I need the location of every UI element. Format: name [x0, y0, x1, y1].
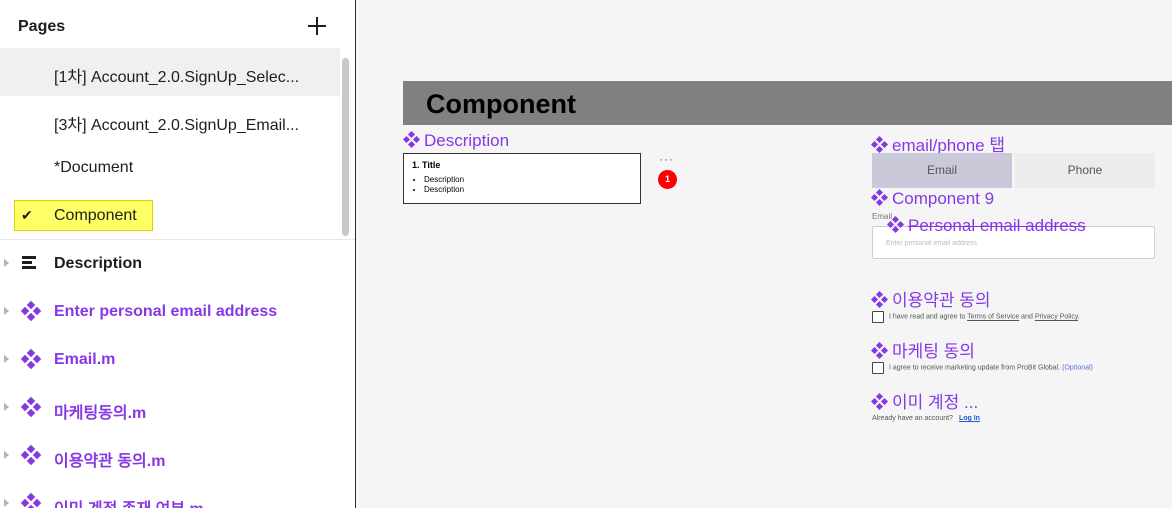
- terms-checkbox[interactable]: [872, 311, 884, 323]
- component-icon: [20, 348, 42, 370]
- page-item-signup-select[interactable]: [1차] Account_2.0.SignUp_Selec...: [0, 48, 340, 96]
- description-card-item: Description: [424, 175, 632, 185]
- already-have-account: Already have an account? Log In: [872, 415, 980, 422]
- tab-phone[interactable]: Phone: [1015, 153, 1155, 188]
- description-card-title: 1. Title: [412, 160, 441, 170]
- description-card-list: Description Description: [412, 175, 632, 195]
- page-label: [3차] Account_2.0.SignUp_Email...: [54, 117, 300, 134]
- frame-header[interactable]: Component: [403, 81, 1172, 125]
- pages-scrollbar[interactable]: [342, 58, 349, 236]
- layer-existing-account-m[interactable]: 이미 계정 존재 여부.m: [0, 480, 355, 508]
- label-text: Description: [424, 131, 510, 150]
- layer-label: 마케팅동의.m: [54, 405, 147, 422]
- component-icon: [20, 444, 42, 466]
- personal-email-label[interactable]: Personal email address: [886, 215, 1086, 236]
- layer-terms-m[interactable]: 이용약관 동의.m: [0, 432, 355, 480]
- component-icon: [870, 392, 889, 411]
- marketing-text: I agree to receive marketing update from…: [889, 364, 1093, 372]
- component-icon: [20, 396, 42, 418]
- layers-list: Description Enter personal email address…: [0, 240, 355, 508]
- tab-email[interactable]: Email: [872, 153, 1012, 188]
- layer-label: 이용약관 동의.m: [54, 453, 166, 470]
- terms-component-label[interactable]: 이용약관 동의: [870, 286, 991, 311]
- optional-tag: (Optional): [1062, 364, 1093, 372]
- component-icon: [886, 215, 905, 234]
- figma-app: Pages [1차] Account_2.0.SignUp_Selec... […: [0, 0, 1172, 508]
- existing-account-component-label[interactable]: 이미 계정 ...: [870, 388, 979, 413]
- email-phone-tabs: Email Phone: [872, 153, 1155, 188]
- pages-list: [1차] Account_2.0.SignUp_Selec... [3차] Ac…: [0, 48, 340, 240]
- terms-of-service-link[interactable]: Terms of Service: [967, 314, 1019, 321]
- comment-badge[interactable]: 1: [658, 170, 677, 189]
- layer-label: 이미 계정 존재 여부.m: [54, 495, 204, 508]
- component-icon: [870, 290, 889, 309]
- component-icon: [402, 130, 421, 149]
- layer-email-m[interactable]: Email.m: [0, 336, 355, 384]
- terms-text: I have read and agree to Terms of Servic…: [889, 313, 1080, 321]
- description-component-label[interactable]: Description: [402, 130, 510, 151]
- expand-caret-icon[interactable]: [4, 403, 9, 411]
- more-dots-icon[interactable]: ···: [659, 152, 674, 166]
- text-lines-icon: [22, 254, 40, 272]
- label-text: 이미 계정 ...: [892, 393, 979, 412]
- expand-caret-icon[interactable]: [4, 355, 9, 363]
- component9-label[interactable]: Component 9: [870, 188, 995, 209]
- label-text: Component 9: [892, 189, 995, 208]
- description-card[interactable]: 1. Title Description Description: [403, 153, 641, 204]
- marketing-row: I agree to receive marketing update from…: [872, 362, 1093, 376]
- expand-caret-icon[interactable]: [4, 499, 9, 507]
- marketing-checkbox[interactable]: [872, 362, 884, 374]
- component-icon: [870, 135, 889, 154]
- layer-label: Email.m: [54, 351, 116, 368]
- layer-label: Enter personal email address: [54, 303, 278, 320]
- label-text: 이용약관 동의: [892, 291, 991, 310]
- layer-description[interactable]: Description: [0, 240, 355, 288]
- expand-caret-icon[interactable]: [4, 259, 9, 267]
- component-icon: [870, 188, 889, 207]
- page-item-signup-email[interactable]: [3차] Account_2.0.SignUp_Email...: [0, 96, 340, 144]
- component-icon: [20, 300, 42, 322]
- label-text: 마케팅 동의: [892, 342, 975, 361]
- add-page-plus-icon[interactable]: [305, 14, 329, 38]
- layer-label: Description: [54, 255, 143, 272]
- layer-marketing-m[interactable]: 마케팅동의.m: [0, 384, 355, 432]
- component-icon: [870, 341, 889, 360]
- terms-row: I have read and agree to Terms of Servic…: [872, 311, 1080, 325]
- frame-title: Component: [426, 89, 576, 119]
- pages-title: Pages: [18, 18, 66, 35]
- checkmark-icon: ✔: [21, 207, 33, 223]
- marketing-component-label[interactable]: 마케팅 동의: [870, 337, 975, 362]
- page-label: *Document: [54, 159, 134, 176]
- page-label: [1차] Account_2.0.SignUp_Selec...: [54, 69, 300, 86]
- privacy-policy-link[interactable]: Privacy Policy: [1035, 314, 1078, 321]
- email-placeholder: Enter personal email address: [886, 240, 978, 247]
- login-link[interactable]: Log In: [959, 415, 980, 422]
- left-sidebar: Pages [1차] Account_2.0.SignUp_Selec... […: [0, 0, 356, 508]
- expand-caret-icon[interactable]: [4, 451, 9, 459]
- label-text: Personal email address: [908, 216, 1086, 235]
- component-icon: [20, 492, 42, 508]
- description-card-item: Description: [424, 185, 632, 195]
- design-canvas[interactable]: Component Description 1. Title Descripti…: [356, 0, 1172, 508]
- layer-enter-email[interactable]: Enter personal email address: [0, 288, 355, 336]
- page-item-document[interactable]: *Document: [0, 144, 340, 192]
- already-text: Already have an account?: [872, 415, 953, 422]
- page-item-component[interactable]: ✔ Component: [0, 192, 340, 240]
- expand-caret-icon[interactable]: [4, 307, 9, 315]
- page-label: Component: [54, 207, 137, 224]
